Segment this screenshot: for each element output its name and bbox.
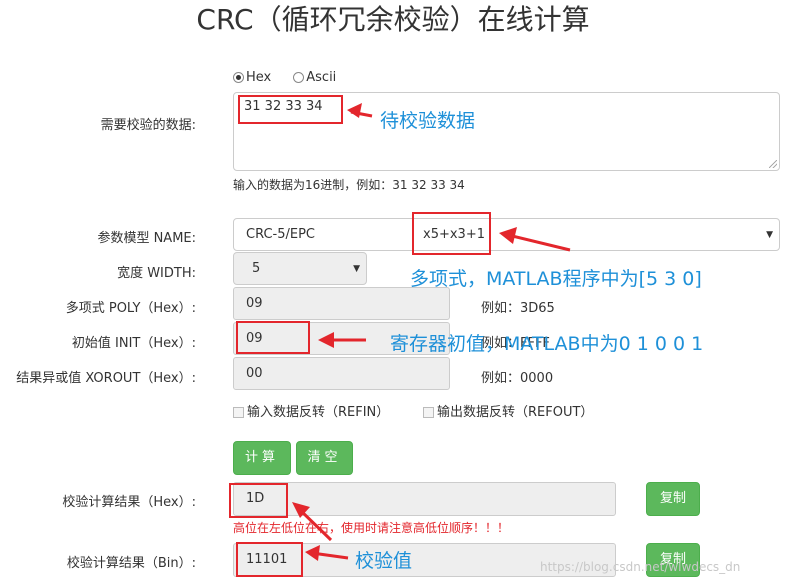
watermark-text: https://blog.csdn.net/wlwdecs_dn — [540, 560, 741, 574]
annotation-check: 校验值 — [355, 550, 413, 572]
annotation-data: 待校验数据 — [380, 110, 476, 132]
annotation-init: 寄存器初值，MATLAB中为0 1 0 0 1 — [390, 333, 704, 355]
annotation-poly: 多项式，MATLAB程序中为[5 3 0] — [410, 268, 702, 290]
red-arrow-icon — [292, 103, 571, 561]
